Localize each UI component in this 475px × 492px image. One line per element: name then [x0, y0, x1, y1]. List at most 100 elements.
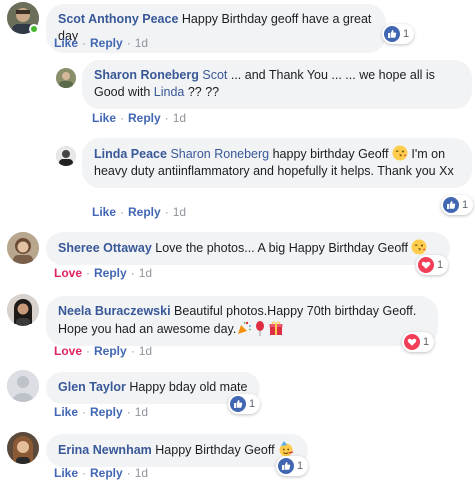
comment-author[interactable]: Neela Buraczewski: [58, 304, 171, 318]
reply-button[interactable]: Reply: [128, 205, 161, 219]
reaction-count-value: 1: [249, 398, 256, 410]
reply-bubble: Linda Peace Sharon Roneberg happy birthd…: [82, 138, 472, 188]
comment-text: Happy Birthday Geoff: [155, 443, 275, 457]
separator-dot: ·: [130, 266, 135, 280]
timestamp[interactable]: 1d: [139, 344, 152, 358]
online-status-dot: [29, 24, 39, 34]
comment-actions: Like · Reply · 1d: [92, 111, 186, 125]
comment-author[interactable]: Scot Anthony Peace: [58, 12, 178, 26]
reaction-count-value: 1: [423, 336, 430, 348]
comment-text: Happy bday old mate: [129, 380, 248, 394]
separator-dot: ·: [86, 266, 91, 280]
avatar[interactable]: [7, 370, 39, 402]
avatar[interactable]: [7, 432, 39, 464]
reaction-count[interactable]: 1: [441, 195, 474, 215]
reply-sharon: Sharon Roneberg Scot ... and Thank You .…: [0, 60, 475, 130]
comment-author[interactable]: Erina Newnham: [58, 443, 152, 457]
comment-actions: Love · Reply · 1d: [54, 266, 152, 280]
like-icon: [443, 197, 459, 213]
comment-actions: Like · Reply · 1d: [54, 405, 148, 419]
reaction-count-value: 1: [437, 259, 444, 271]
separator-dot: ·: [120, 205, 125, 219]
comment-text: Love the photos... A big Happy Birthday …: [155, 241, 408, 255]
like-button[interactable]: Like: [54, 36, 78, 50]
like-icon: [278, 458, 294, 474]
separator-dot: ·: [86, 344, 91, 358]
separator-dot: ·: [126, 466, 131, 480]
timestamp[interactable]: 1d: [173, 111, 186, 125]
reaction-count[interactable]: 1: [276, 456, 309, 476]
timestamp[interactable]: 1d: [135, 466, 148, 480]
separator-dot: ·: [82, 36, 87, 50]
separator-dot: ·: [164, 205, 169, 219]
comment-text: happy birthday Geoff: [272, 147, 389, 161]
comment-sheree: Sheree Ottaway Love the photos... A big …: [0, 228, 475, 284]
like-button[interactable]: Like: [54, 405, 78, 419]
comment-scot: Scot Anthony Peace Happy Birthday geoff …: [0, 0, 475, 53]
avatar[interactable]: [7, 294, 39, 326]
comment-actions: Love · Reply · 1d: [54, 344, 152, 358]
timestamp[interactable]: 1d: [135, 36, 148, 50]
mention-link[interactable]: Sharon Roneberg: [170, 147, 269, 161]
avatar[interactable]: [7, 232, 39, 264]
like-icon: [384, 26, 400, 42]
separator-dot: ·: [130, 344, 135, 358]
reaction-count[interactable]: 1: [228, 394, 261, 414]
reaction-count[interactable]: 1: [382, 24, 415, 44]
timestamp[interactable]: 1d: [139, 266, 152, 280]
mention-link[interactable]: Linda: [154, 85, 185, 99]
separator-dot: ·: [82, 466, 87, 480]
balloon-icon: [252, 320, 268, 336]
like-icon: [230, 396, 246, 412]
reply-button[interactable]: Reply: [128, 111, 161, 125]
heart-icon: [418, 257, 434, 273]
timestamp[interactable]: 1d: [173, 205, 186, 219]
separator-dot: ·: [126, 36, 131, 50]
gift-icon: [268, 320, 284, 336]
like-button[interactable]: Like: [92, 205, 116, 219]
separator-dot: ·: [126, 405, 131, 419]
comment-bubble: Neela Buraczewski Beautiful photos.Happy…: [46, 296, 438, 346]
comment-bubble: Sheree Ottaway Love the photos... A big …: [46, 232, 450, 265]
comment-glen: Glen Taylor Happy bday old mate 1 Like · R…: [0, 368, 475, 422]
reply-button[interactable]: Reply: [90, 405, 123, 419]
party-popper-icon: [236, 320, 252, 336]
kissing-face-icon: [411, 239, 427, 255]
comment-actions: Like · Reply · 1d: [54, 466, 148, 480]
comment-author[interactable]: Glen Taylor: [58, 380, 126, 394]
comment-bubble: Erina Newnham Happy Birthday Geoff: [46, 434, 308, 467]
reply-linda: Linda Peace Sharon Roneberg happy birthd…: [0, 138, 475, 224]
separator-dot: ·: [164, 111, 169, 125]
like-button[interactable]: Like: [54, 466, 78, 480]
reaction-count-value: 1: [403, 28, 410, 40]
reply-button[interactable]: Reply: [90, 466, 123, 480]
reply-button[interactable]: Reply: [94, 344, 127, 358]
kissing-face-icon: [392, 145, 408, 161]
reaction-count-value: 1: [297, 460, 304, 472]
mention-link[interactable]: Scot: [202, 68, 227, 82]
avatar[interactable]: [56, 146, 76, 166]
love-button[interactable]: Love: [54, 344, 82, 358]
comment-author[interactable]: Sharon Roneberg: [94, 68, 199, 82]
reply-button[interactable]: Reply: [94, 266, 127, 280]
reply-button[interactable]: Reply: [90, 36, 123, 50]
separator-dot: ·: [120, 111, 125, 125]
comment-author[interactable]: Sheree Ottaway: [58, 241, 152, 255]
comment-author[interactable]: Linda Peace: [94, 147, 167, 161]
comment-actions: Like · Reply · 1d: [54, 36, 148, 50]
comment-erina: Erina Newnham Happy Birthday Geoff 1 Lik…: [0, 430, 475, 490]
comment-neela: Neela Buraczewski Beautiful photos.Happy…: [0, 292, 475, 362]
avatar[interactable]: [56, 68, 76, 88]
comment-actions: Like · Reply · 1d: [92, 205, 186, 219]
love-button[interactable]: Love: [54, 266, 82, 280]
reaction-count-value: 1: [462, 199, 469, 211]
separator-dot: ·: [82, 405, 87, 419]
reaction-count[interactable]: 1: [416, 255, 449, 275]
reply-bubble: Sharon Roneberg Scot ... and Thank You .…: [82, 60, 472, 109]
timestamp[interactable]: 1d: [135, 405, 148, 419]
heart-icon: [404, 334, 420, 350]
partying-face-icon: [278, 441, 294, 457]
like-button[interactable]: Like: [92, 111, 116, 125]
reaction-count[interactable]: 1: [402, 332, 435, 352]
comment-text-suffix: ?? ??: [187, 85, 220, 99]
